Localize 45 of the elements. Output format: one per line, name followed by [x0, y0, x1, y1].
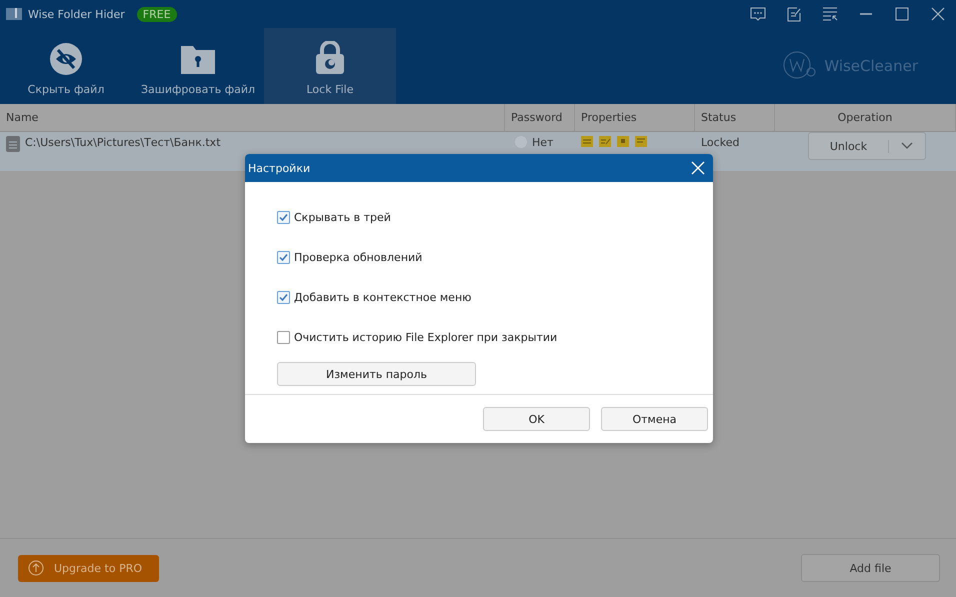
folder-zipper-icon: [6, 7, 22, 21]
note-edit-icon[interactable]: [785, 6, 803, 22]
add-file-button[interactable]: Add file: [801, 554, 940, 582]
checkbox[interactable]: [277, 330, 290, 344]
column-header: Password: [505, 104, 575, 131]
unlock-button[interactable]: Unlock: [808, 132, 926, 160]
column-header: Operation: [775, 104, 956, 131]
property-icon: [581, 136, 593, 147]
menu-icon[interactable]: [821, 6, 839, 22]
option-checkbox[interactable]: Скрывать в трей: [277, 197, 681, 237]
close-button[interactable]: [691, 161, 705, 175]
chevron-down-icon[interactable]: [901, 142, 913, 150]
document-icon: [6, 136, 20, 152]
status-text: Locked: [701, 136, 740, 149]
option-checkbox[interactable]: Проверка обновлений: [277, 237, 681, 277]
password-value: Нет: [532, 136, 554, 149]
padlock-icon: [315, 41, 345, 75]
column-header: Properties: [575, 104, 695, 131]
dialog-button[interactable]: Отмена: [601, 407, 708, 431]
checkbox[interactable]: [277, 210, 290, 224]
dialog-title: Настройки: [248, 162, 310, 174]
window-title: Wise Folder Hider: [28, 8, 125, 20]
dialog-button[interactable]: OK: [483, 407, 590, 431]
logo-text: WiseCleaner: [824, 57, 918, 75]
checkbox[interactable]: [277, 290, 290, 304]
toolbar-tab[interactable]: Скрыть файл: [0, 28, 132, 104]
arrow-up-icon: [28, 560, 44, 576]
hidden-eye-icon: [50, 43, 82, 75]
feedback-icon[interactable]: [749, 6, 767, 22]
property-icon: [617, 136, 629, 147]
property-icon: [599, 136, 611, 147]
close-icon[interactable]: [929, 6, 947, 22]
toolbar-tab[interactable]: Lock File: [264, 28, 396, 104]
column-header: Name: [0, 104, 505, 131]
option-checkbox[interactable]: Очистить историю File Explorer при закрытии: [277, 317, 681, 357]
property-icon: [635, 136, 647, 147]
file-path: C:\Users\Tux\Pictures\Тест\Банк.txt: [25, 136, 221, 149]
change-password-button[interactable]: Изменить пароль: [277, 362, 476, 386]
toolbar-tab[interactable]: Зашифровать файл: [132, 28, 264, 104]
checkbox[interactable]: [277, 250, 290, 264]
folder-keyhole-icon: [180, 43, 216, 75]
free-badge: FREE: [136, 6, 177, 22]
column-header: Status: [695, 104, 775, 131]
maximize-icon[interactable]: [893, 6, 911, 22]
option-checkbox[interactable]: Добавить в контекстное меню: [277, 277, 681, 317]
